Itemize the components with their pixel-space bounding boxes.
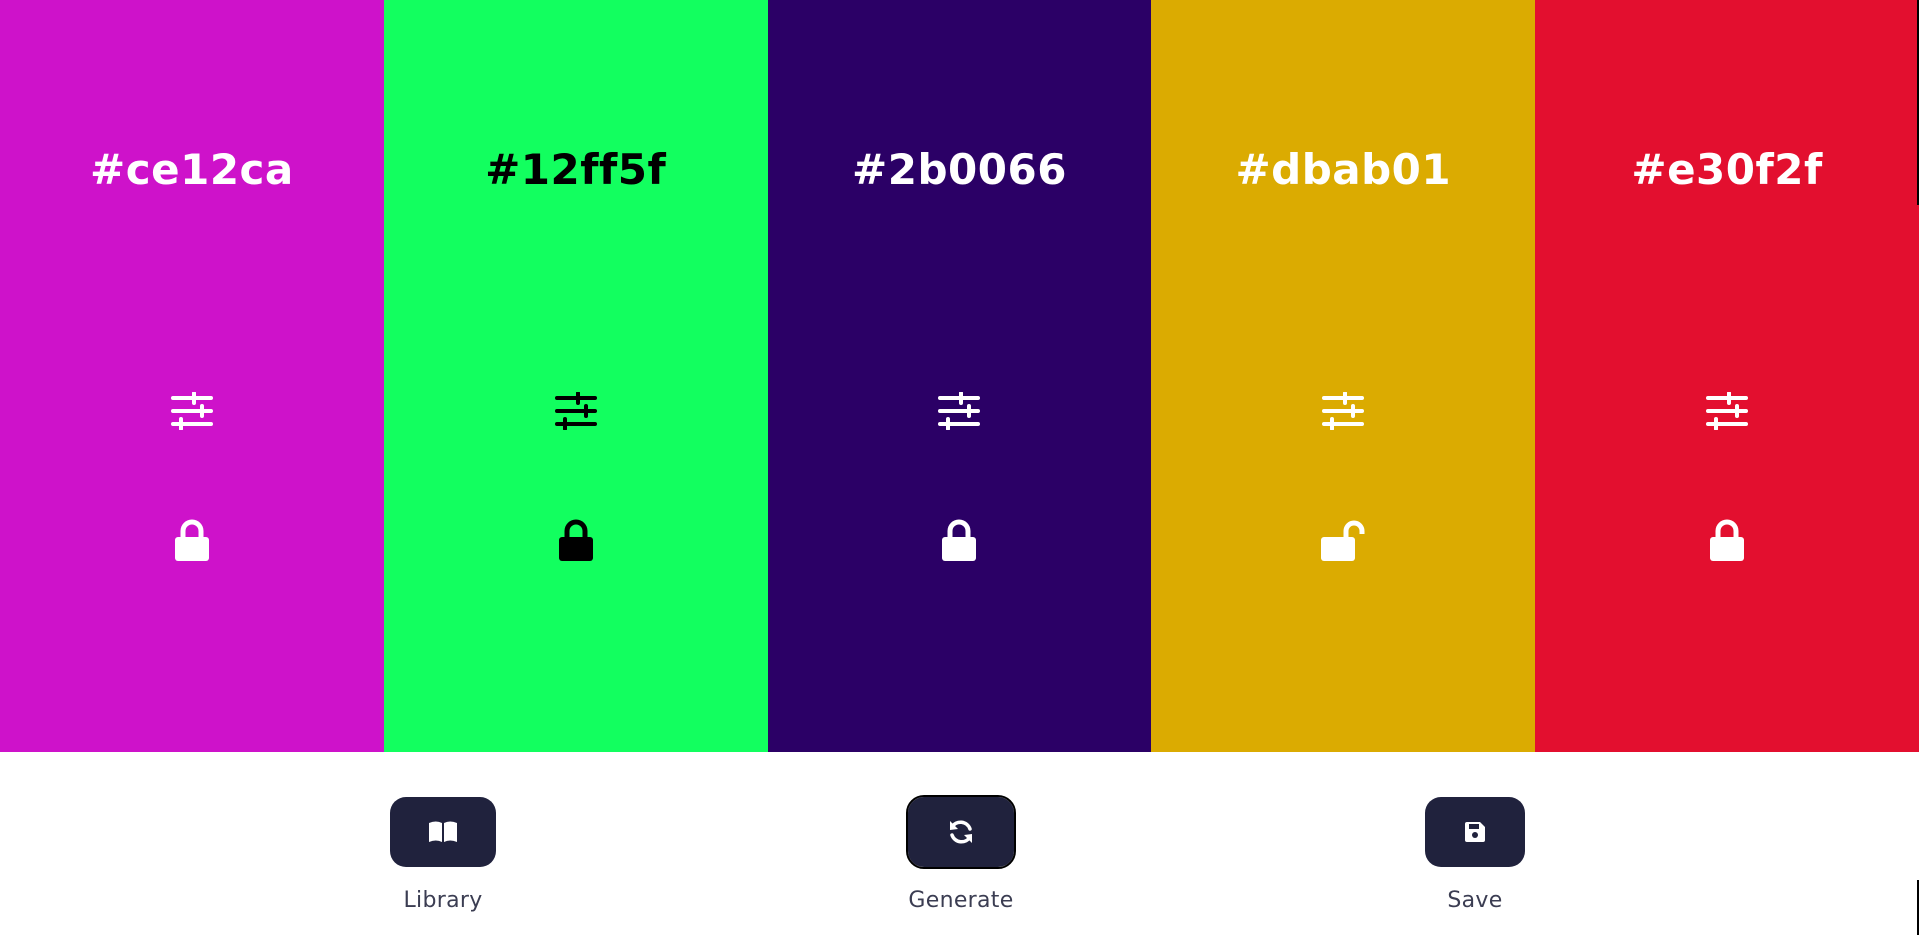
unlock-icon [1321,520,1365,561]
hex-code[interactable]: #12ff5f [384,143,768,197]
lock-button[interactable] [553,514,599,566]
generate-button[interactable] [906,795,1016,869]
adjust-button[interactable] [1320,388,1366,434]
sliders-icon [170,392,213,430]
color-swatch-4: #dbab01 [1151,0,1536,752]
color-swatch-3: #2b0066 [767,0,1152,752]
color-swatch-2: #12ff5f [383,0,768,752]
lock-button[interactable] [936,514,982,566]
color-swatch-5: #e30f2f [1535,0,1919,752]
hex-code[interactable]: #ce12ca [0,143,384,197]
refresh-icon [950,820,972,844]
sliders-icon [1322,392,1365,430]
hex-code[interactable]: #e30f2f [1535,143,1919,197]
action-panel: Library Generate Save [0,752,1919,935]
library-label: Library [403,888,483,913]
generate-label: Generate [908,888,1014,913]
color-swatch-1: #ce12ca [0,0,384,752]
lock-icon [174,519,209,561]
library-button[interactable] [390,797,496,867]
lock-button[interactable] [1704,514,1750,566]
sliders-icon [938,392,981,430]
adjust-button[interactable] [1704,388,1750,434]
adjust-button[interactable] [936,388,982,434]
library-action: Library [373,797,513,913]
save-label: Save [1447,888,1503,913]
lock-icon [558,519,593,561]
adjust-button[interactable] [553,388,599,434]
book-open-icon [429,821,457,842]
lock-button[interactable] [169,514,215,566]
save-button[interactable] [1425,797,1525,867]
floppy-disk-icon [1465,822,1485,842]
adjust-button[interactable] [169,388,215,434]
hex-code[interactable]: #2b0066 [768,143,1152,197]
generate-action: Generate [891,795,1031,913]
lock-icon [1710,519,1745,561]
save-action: Save [1405,797,1545,913]
lock-button[interactable] [1320,514,1366,566]
sliders-icon [554,392,597,430]
color-palette: #ce12ca #12ff5f #2b0066 #dbab01 #e30f2f [0,0,1919,752]
hex-code[interactable]: #dbab01 [1151,143,1535,197]
lock-icon [942,519,977,561]
sliders-icon [1706,392,1749,430]
